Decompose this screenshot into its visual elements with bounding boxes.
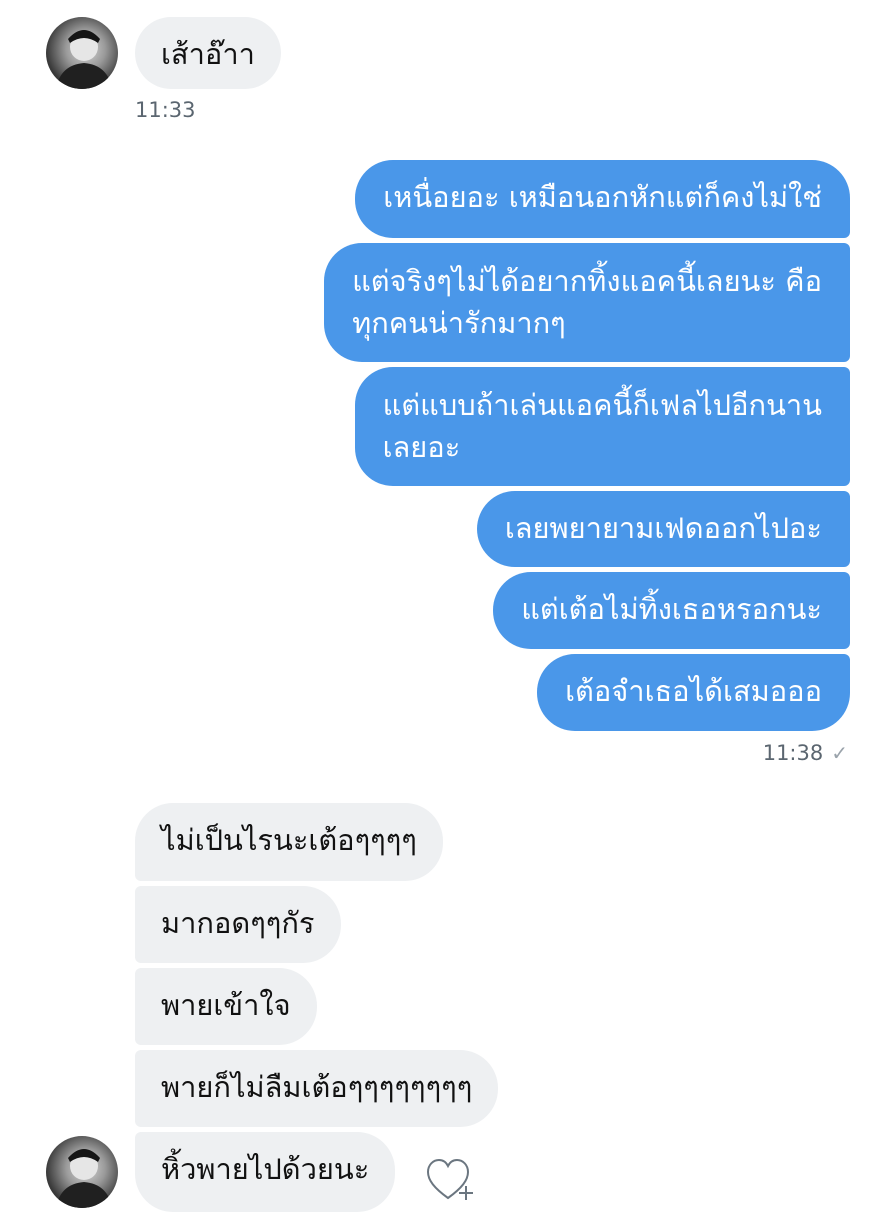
received-message-bubble[interactable]: ไม่เป็นไรนะเต้อๆๆๆๆ [135,803,443,881]
received-message-bubble[interactable]: มากอดๆๆกัร [135,886,341,963]
avatar-photo-icon [56,30,112,89]
message-timestamp: 11:38 [762,741,824,765]
contact-avatar[interactable] [46,17,118,89]
message-text: เต้อจำเธอได้เสมอออ [565,674,822,708]
sent-message-bubble[interactable]: เหนื่อยอะ เหมือนอกหักแต่ก็คงไม่ใช่ [355,160,850,238]
message-text-line: แต่แบบถ้าเล่นแอคนี้ก็เฟลไปอีกนาน [382,388,822,422]
received-message-bubble[interactable]: พายก็ไม่ลืมเต้อๆๆๆๆๆๆๆๆ [135,1050,499,1127]
sent-message-bubble[interactable]: แต่เต้อไม่ทิ้งเธอหรอกนะ [493,572,850,649]
single-check-icon: ✓ [831,741,848,765]
sent-message-bubble[interactable]: แต่จริงๆไม่ได้อยากทิ้งแอคนี้เลยนะ คือ ทุ… [324,243,850,362]
sent-message-bubble[interactable]: เต้อจำเธอได้เสมอออ [537,654,850,731]
message-timestamp: 11:33 [135,98,196,122]
received-message-bubble[interactable]: เส้าอ๊าา [135,17,281,89]
message-text: พายก็ไม่ลืมเต้อๆๆๆๆๆๆๆๆ [161,1070,473,1104]
message-text: เลยพยายามเฟดออกไปอะ [504,511,822,545]
message-status: 11:38 ✓ [763,741,848,765]
received-message-bubble[interactable]: หิ้วพายไปด้วยนะ [135,1132,396,1212]
avatar-photo-icon [56,1149,112,1208]
message-text: หิ้วพายไปด้วยนะ [161,1152,370,1186]
message-text: ไม่เป็นไรนะเต้อๆๆๆๆ [161,823,417,857]
message-text: แต่เต้อไม่ทิ้งเธอหรอกนะ [521,592,822,626]
sent-message-bubble[interactable]: แต่แบบถ้าเล่นแอคนี้ก็เฟลไปอีกนาน เลยอะ [354,367,850,486]
message-text-line: ทุกคนน่ารักมากๆ [352,306,566,340]
message-text-line: เลยอะ [382,430,461,464]
contact-avatar[interactable] [46,1136,118,1208]
heart-add-icon[interactable] [426,1158,476,1200]
received-message-bubble[interactable]: พายเข้าใจ [135,968,317,1045]
message-text-line: แต่จริงๆไม่ได้อยากทิ้งแอคนี้เลยนะ คือ [352,264,822,298]
message-text: พายเข้าใจ [161,988,291,1022]
sent-message-bubble[interactable]: เลยพยายามเฟดออกไปอะ [476,491,850,567]
message-text: มากอดๆๆกัร [161,906,315,940]
message-text: เหนื่อยอะ เหมือนอกหักแต่ก็คงไม่ใช่ [383,180,822,214]
